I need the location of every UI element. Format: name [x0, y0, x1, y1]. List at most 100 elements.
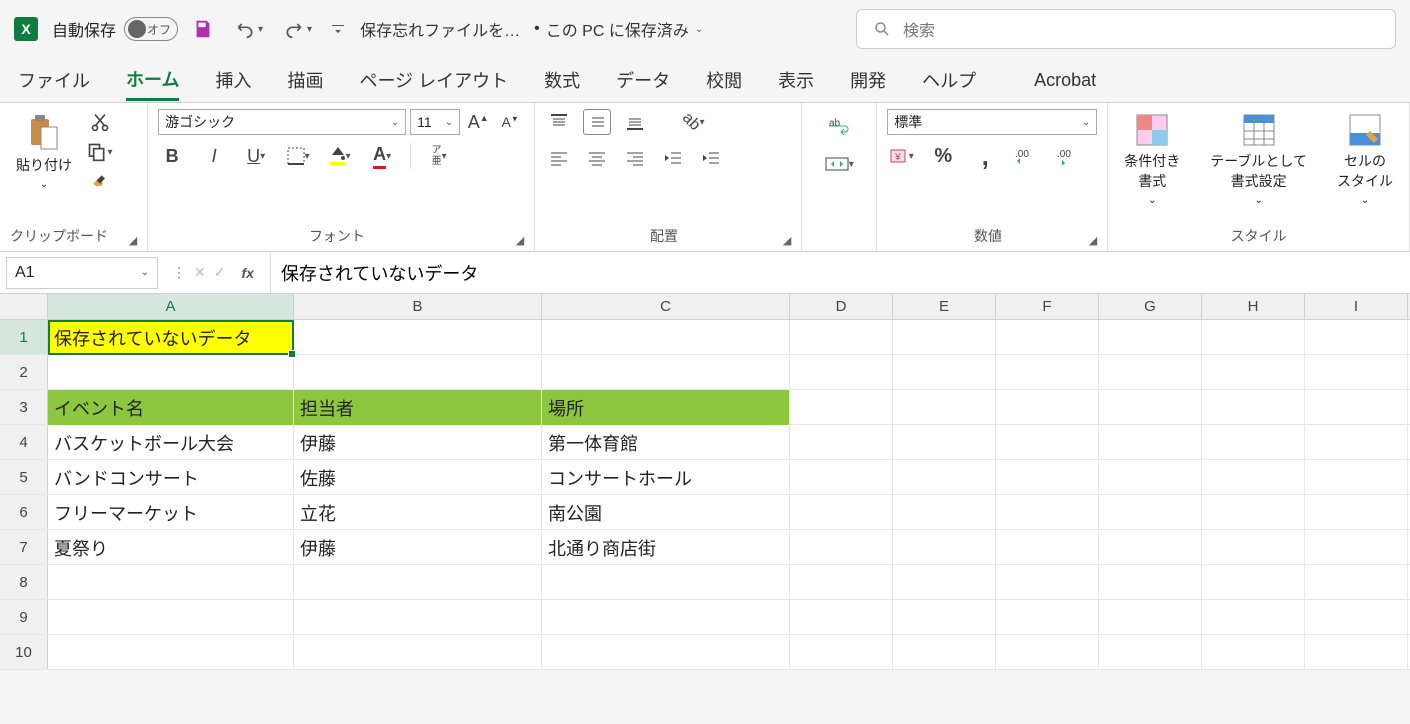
- cell-D1[interactable]: [790, 320, 893, 355]
- format-painter-button[interactable]: [86, 169, 114, 195]
- cell-B10[interactable]: [294, 635, 542, 670]
- cell-H9[interactable]: [1202, 600, 1305, 635]
- underline-button[interactable]: U▾: [242, 143, 270, 169]
- border-button[interactable]: ▾: [284, 143, 312, 169]
- cell-G6[interactable]: [1099, 495, 1202, 530]
- cell-C8[interactable]: [542, 565, 790, 600]
- orientation-button[interactable]: ab▾: [679, 109, 707, 135]
- cell-E1[interactable]: [893, 320, 996, 355]
- cell-H5[interactable]: [1202, 460, 1305, 495]
- cell-D3[interactable]: [790, 390, 893, 425]
- cell-D2[interactable]: [790, 355, 893, 390]
- cell-H7[interactable]: [1202, 530, 1305, 565]
- cell-F9[interactable]: [996, 600, 1099, 635]
- cell-B3[interactable]: 担当者: [294, 390, 542, 425]
- cell-G8[interactable]: [1099, 565, 1202, 600]
- save-button[interactable]: [192, 18, 214, 40]
- cell-I9[interactable]: [1305, 600, 1408, 635]
- tab-view[interactable]: 表示: [778, 61, 814, 99]
- cell-D7[interactable]: [790, 530, 893, 565]
- cell-F3[interactable]: [996, 390, 1099, 425]
- cell-I2[interactable]: [1305, 355, 1408, 390]
- cell-H4[interactable]: [1202, 425, 1305, 460]
- rowhead-2[interactable]: 2: [0, 355, 48, 389]
- cell-G10[interactable]: [1099, 635, 1202, 670]
- cell-E6[interactable]: [893, 495, 996, 530]
- tab-review[interactable]: 校閲: [706, 61, 742, 99]
- tab-acrobat[interactable]: Acrobat: [1034, 64, 1096, 97]
- cell-A4[interactable]: バスケットボール大会: [48, 425, 294, 460]
- rowhead-3[interactable]: 3: [0, 390, 48, 424]
- cell-A3[interactable]: イベント名: [48, 390, 294, 425]
- file-location[interactable]: • この PC に保存済み ⌄: [534, 17, 703, 41]
- cell-F7[interactable]: [996, 530, 1099, 565]
- cell-B8[interactable]: [294, 565, 542, 600]
- currency-button[interactable]: ¥▾: [887, 143, 915, 169]
- number-format-combo[interactable]: 標準⌄: [887, 109, 1097, 135]
- font-size-combo[interactable]: 11⌄: [410, 109, 460, 135]
- cell-C9[interactable]: [542, 600, 790, 635]
- cell-D4[interactable]: [790, 425, 893, 460]
- cell-G5[interactable]: [1099, 460, 1202, 495]
- decrease-font-button[interactable]: A▼: [496, 109, 524, 135]
- tab-pagelayout[interactable]: ページ レイアウト: [359, 61, 508, 99]
- tab-file[interactable]: ファイル: [18, 61, 90, 99]
- cell-styles-button[interactable]: セルの スタイル⌄: [1331, 109, 1399, 210]
- cell-H8[interactable]: [1202, 565, 1305, 600]
- cell-I4[interactable]: [1305, 425, 1408, 460]
- tab-help[interactable]: ヘルプ: [922, 61, 976, 99]
- dialog-launcher-icon[interactable]: ◢: [1089, 234, 1097, 247]
- increase-decimal-button[interactable]: .00: [1013, 143, 1041, 169]
- cell-C6[interactable]: 南公園: [542, 495, 790, 530]
- align-middle-button[interactable]: [583, 109, 611, 135]
- colhead-G[interactable]: G: [1099, 294, 1202, 319]
- cell-F8[interactable]: [996, 565, 1099, 600]
- cell-H10[interactable]: [1202, 635, 1305, 670]
- tab-developer[interactable]: 開発: [850, 61, 886, 99]
- colhead-F[interactable]: F: [996, 294, 1099, 319]
- conditional-formatting-button[interactable]: 条件付き 書式⌄: [1118, 109, 1186, 210]
- decrease-indent-button[interactable]: [659, 145, 687, 171]
- rowhead-10[interactable]: 10: [0, 635, 48, 669]
- cell-G1[interactable]: [1099, 320, 1202, 355]
- cell-B2[interactable]: [294, 355, 542, 390]
- colhead-I[interactable]: I: [1305, 294, 1408, 319]
- cell-A7[interactable]: 夏祭り: [48, 530, 294, 565]
- cell-C4[interactable]: 第一体育館: [542, 425, 790, 460]
- rowhead-5[interactable]: 5: [0, 460, 48, 494]
- paste-button[interactable]: 貼り付け ⌄: [10, 109, 78, 194]
- bold-button[interactable]: B: [158, 143, 186, 169]
- align-right-button[interactable]: [621, 145, 649, 171]
- cell-I3[interactable]: [1305, 390, 1408, 425]
- fx-icon[interactable]: fx: [233, 265, 261, 281]
- increase-font-button[interactable]: A▲: [464, 109, 492, 135]
- enter-formula-button[interactable]: ✓: [214, 264, 226, 281]
- cell-B9[interactable]: [294, 600, 542, 635]
- cell-B1[interactable]: [294, 320, 542, 355]
- decrease-decimal-button[interactable]: .00: [1055, 143, 1083, 169]
- merge-center-button[interactable]: ▾: [812, 151, 866, 177]
- cell-G9[interactable]: [1099, 600, 1202, 635]
- cell-F5[interactable]: [996, 460, 1099, 495]
- cell-F2[interactable]: [996, 355, 1099, 390]
- name-box[interactable]: A1⌄: [6, 257, 158, 289]
- formula-input[interactable]: [271, 252, 1410, 293]
- dialog-launcher-icon[interactable]: ◢: [516, 234, 524, 247]
- cell-B7[interactable]: 伊藤: [294, 530, 542, 565]
- cell-I7[interactable]: [1305, 530, 1408, 565]
- cell-G3[interactable]: [1099, 390, 1202, 425]
- tab-home[interactable]: ホーム: [126, 60, 179, 101]
- cell-B6[interactable]: 立花: [294, 495, 542, 530]
- font-name-combo[interactable]: 游ゴシック⌄: [158, 109, 406, 135]
- cell-A10[interactable]: [48, 635, 294, 670]
- cell-F10[interactable]: [996, 635, 1099, 670]
- fill-color-button[interactable]: ▾: [326, 143, 354, 169]
- cell-I10[interactable]: [1305, 635, 1408, 670]
- copy-button[interactable]: ▾: [86, 139, 114, 165]
- cell-E5[interactable]: [893, 460, 996, 495]
- cell-C1[interactable]: [542, 320, 790, 355]
- cell-A1[interactable]: 保存されていないデータ: [48, 320, 294, 355]
- cell-F6[interactable]: [996, 495, 1099, 530]
- cell-A2[interactable]: [48, 355, 294, 390]
- italic-button[interactable]: I: [200, 143, 228, 169]
